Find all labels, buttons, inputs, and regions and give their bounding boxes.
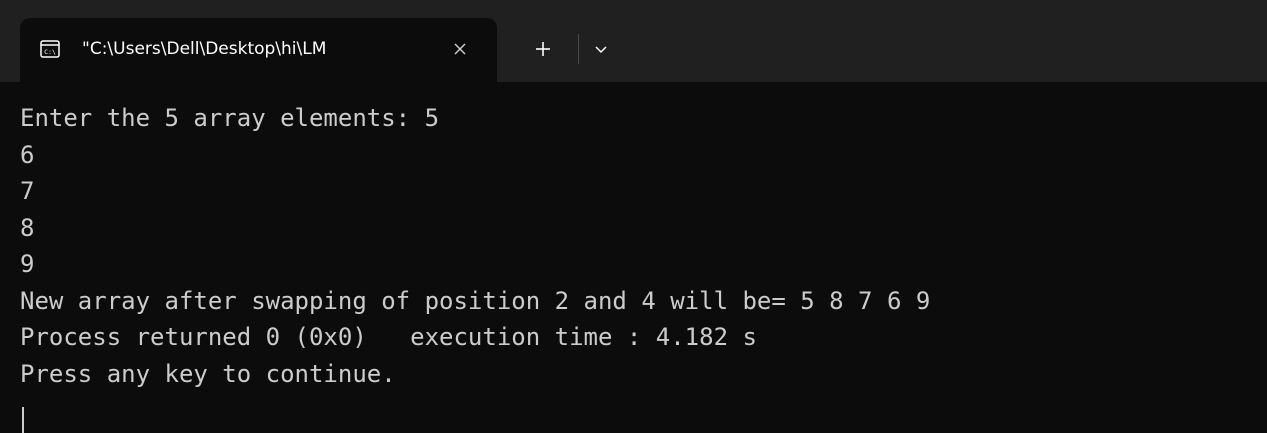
plus-icon[interactable] <box>528 34 558 64</box>
console-icon: C:\ <box>40 40 60 58</box>
console-line: 9 <box>20 250 35 278</box>
console-line: Enter the 5 array elements: 5 <box>20 104 440 132</box>
console-line: 6 <box>20 140 35 169</box>
console-line: 8 <box>20 213 35 242</box>
console-line: New array after swapping of position 2 a… <box>20 286 931 315</box>
console-line: Process returned 0 (0x0) execution time … <box>20 323 757 351</box>
tab-title: "C:\Users\Dell\Desktop\hi\LM <box>82 39 327 59</box>
terminal-tab[interactable]: C:\ "C:\Users\Dell\Desktop\hi\LM <box>20 18 497 82</box>
tab-separator <box>578 34 579 64</box>
terminal-window: C:\ "C:\Users\Dell\Desktop\hi\LM Enter t… <box>0 0 1267 433</box>
tab-bar: C:\ "C:\Users\Dell\Desktop\hi\LM <box>0 0 1267 82</box>
console-line: 7 <box>20 177 35 205</box>
close-icon[interactable] <box>446 35 474 63</box>
svg-text:C:\: C:\ <box>44 48 56 56</box>
chevron-down-icon[interactable] <box>588 36 614 62</box>
console-line: Press any key to continue. <box>20 359 396 388</box>
console-output[interactable]: Enter the 5 array elements: 5 6 7 8 9 Ne… <box>20 100 1260 433</box>
text-cursor <box>22 407 24 433</box>
